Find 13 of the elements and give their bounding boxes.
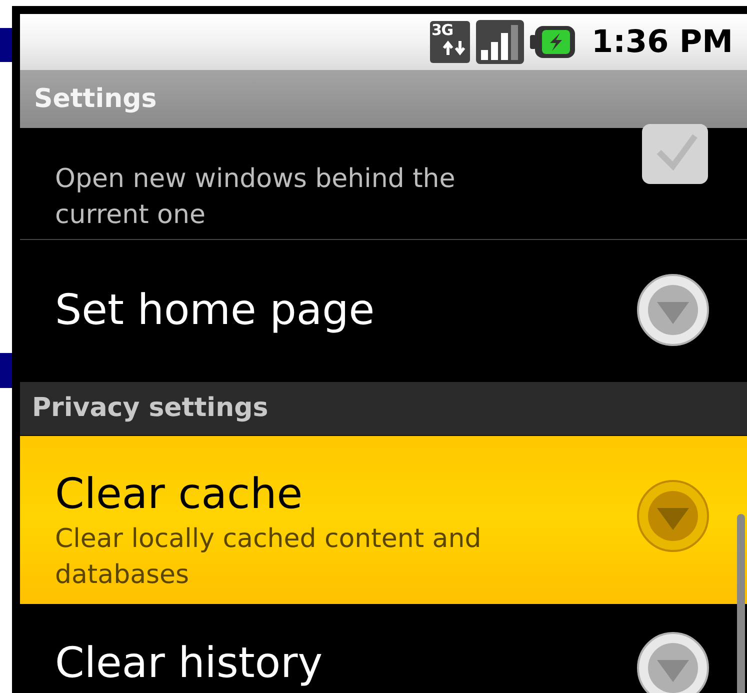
battery-icon	[530, 25, 576, 59]
settings-row[interactable]: Clear cache Clear locally cached content and databases	[20, 436, 747, 604]
signal-icon	[476, 20, 524, 64]
setting-title: Clear cache	[55, 468, 304, 520]
checkbox[interactable]	[641, 124, 709, 186]
network-icon: 3G	[430, 21, 470, 63]
category-header: Privacy settings	[20, 382, 747, 436]
clock-time: 1:36 PM	[592, 22, 733, 62]
setting-title: Clear history	[55, 640, 323, 686]
setting-summary: Clear locally cached content and databases	[55, 523, 482, 592]
screen-title: Settings	[34, 82, 157, 116]
setting-title: Set home page	[55, 284, 375, 336]
setting-summary: Open new windows behind the current one	[55, 162, 456, 232]
